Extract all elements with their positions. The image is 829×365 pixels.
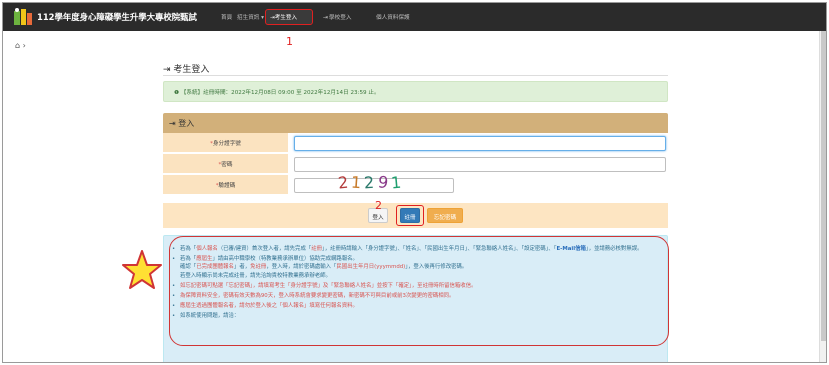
password-label: *密碼 bbox=[163, 154, 288, 174]
register-button[interactable]: 註冊 bbox=[400, 208, 420, 223]
nav-student-login-label: 考生登入 bbox=[274, 15, 298, 21]
star-icon bbox=[122, 250, 162, 289]
nav-student-login[interactable]: ⇥考生登入 bbox=[270, 13, 297, 21]
page-title-text: 考生登入 bbox=[173, 65, 210, 75]
notice-text: ❶ 【系統】註冊時間：2022年12月08日 09:00 至 2022年12月1… bbox=[174, 88, 380, 96]
form-row-password: *密碼 bbox=[163, 154, 668, 174]
login-icon: ⇥ bbox=[323, 14, 329, 21]
form-row-captcha: *驗證碼 21291 bbox=[163, 172, 668, 195]
captcha-char: 1 bbox=[389, 172, 405, 193]
login-panel-header: ⇥ 登入 bbox=[163, 113, 668, 133]
login-form: *身分證字號 *密碼 *驗證碼 21291 bbox=[163, 133, 668, 203]
forgot-password-button[interactable]: 忘記密碼 bbox=[427, 208, 463, 223]
captcha-char: 2 bbox=[363, 172, 379, 193]
nav-school-login[interactable]: ⇥學校登入 bbox=[323, 13, 351, 21]
login-panel-title: ⇥ 登入 bbox=[169, 118, 194, 129]
site-title[interactable]: 112學年度身心障礙學生升學大專校院甄試 bbox=[37, 11, 197, 23]
id-number-input[interactable] bbox=[294, 136, 666, 151]
registration-notice: ❶ 【系統】註冊時間：2022年12月08日 09:00 至 2022年12月1… bbox=[163, 81, 668, 102]
breadcrumb: ⌂ › bbox=[15, 41, 26, 50]
site-logo-icon[interactable] bbox=[13, 7, 33, 27]
browser-frame: 112學年度身心障礙學生升學大專校院甄試 首頁 招生資訊 ▾ ⇥考生登入 ⇥學校… bbox=[2, 2, 827, 363]
login-button-row: 登入 註冊 忘記密碼 bbox=[163, 203, 668, 228]
login-icon: ⇥ bbox=[163, 65, 171, 75]
nav-admission-info[interactable]: 招生資訊 ▾ bbox=[237, 13, 264, 21]
annotation-marker-1: 1 bbox=[286, 35, 293, 48]
password-input[interactable] bbox=[294, 157, 666, 172]
notice-message: 【系統】註冊時間：2022年12月08日 09:00 至 2022年12月14日… bbox=[180, 90, 380, 96]
breadcrumb-separator: › bbox=[22, 41, 26, 50]
nav-privacy[interactable]: 個人資料保護 bbox=[376, 13, 410, 21]
captcha-label: *驗證碼 bbox=[163, 175, 288, 195]
annotation-marker-2: 2 bbox=[375, 199, 382, 212]
title-divider bbox=[163, 75, 668, 76]
nav-home[interactable]: 首頁 bbox=[221, 13, 232, 21]
form-row-id: *身分證字號 bbox=[163, 133, 668, 153]
login-panel-title-text: 登入 bbox=[178, 119, 195, 128]
home-icon[interactable]: ⌂ bbox=[15, 41, 20, 50]
scrollbar-thumb[interactable] bbox=[821, 31, 826, 341]
id-label: *身分證字號 bbox=[163, 133, 288, 153]
page-scrollbar[interactable] bbox=[819, 31, 826, 362]
nav-school-login-label: 學校登入 bbox=[329, 15, 352, 21]
login-icon: ⇥ bbox=[169, 119, 176, 128]
instructions-highlight-oval bbox=[169, 236, 669, 346]
page-title: ⇥ 考生登入 bbox=[163, 62, 209, 75]
top-navbar: 112學年度身心障礙學生升學大專校院甄試 首頁 招生資訊 ▾ ⇥考生登入 ⇥學校… bbox=[3, 3, 826, 31]
info-circle-icon: ❶ bbox=[174, 90, 180, 96]
captcha-image[interactable]: 21291 bbox=[337, 172, 405, 193]
